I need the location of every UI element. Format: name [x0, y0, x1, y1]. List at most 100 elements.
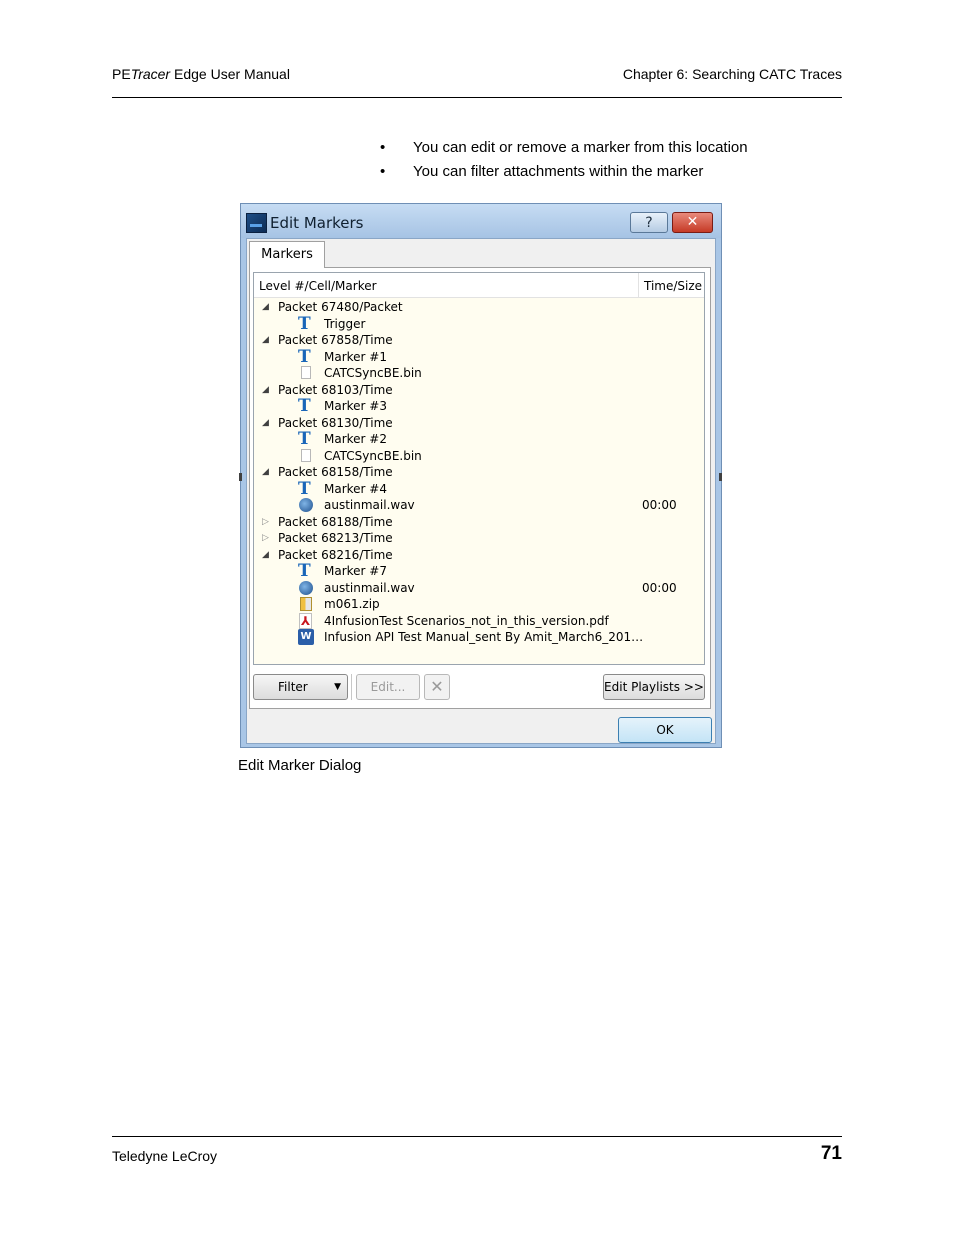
help-button[interactable]: ?	[630, 212, 668, 233]
tree-item-label: Packet 68216/Time	[278, 547, 393, 562]
tree-column-header: Level #/Cell/Marker Time/Size	[254, 273, 704, 298]
tree-packet-row[interactable]: ▷ Packet 68213/Time	[254, 530, 704, 547]
tree-item-row[interactable]: austinmail.wav 00:00	[254, 497, 704, 514]
expand-icon[interactable]: ▷	[262, 530, 269, 546]
app-icon	[246, 213, 267, 233]
tree-item-row[interactable]: T Marker #4	[254, 478, 704, 499]
tree-item-label: Infusion API Test Manual_sent By Amit_Ma…	[324, 630, 644, 644]
tree-item-row[interactable]: W Infusion API Test Manual_sent By Amit_M…	[254, 629, 704, 646]
zip-icon	[300, 597, 312, 611]
tree-item-row[interactable]: T Marker #7	[254, 563, 704, 580]
tree-item-label: CATCSyncBE.bin	[324, 366, 422, 380]
column-header-level[interactable]: Level #/Cell/Marker	[259, 279, 377, 293]
text-marker-icon: T	[298, 429, 311, 449]
tab-markers[interactable]: Markers	[249, 241, 325, 268]
tree-item-label: Packet 68130/Time	[278, 415, 393, 430]
tree-item-label: Marker #1	[324, 349, 387, 364]
figure-caption: Edit Marker Dialog	[238, 757, 362, 774]
chevron-down-icon: ▼	[334, 682, 341, 692]
file-icon	[301, 366, 311, 379]
tree-item-label: Marker #4	[324, 481, 387, 496]
collapse-icon[interactable]: ◢	[262, 382, 269, 398]
tree-item-label: 4InfusionTest Scenarios_not_in_this_vers…	[324, 613, 609, 628]
header-title: PETracer Edge User Manual	[112, 66, 290, 82]
bullet-item: • You can edit or remove a marker from th…	[380, 135, 748, 159]
edit-markers-dialog: Edit Markers ? ✕ Markers Level #/Cell/Ma…	[240, 203, 722, 748]
tree-item-label: Packet 68213/Time	[278, 531, 393, 545]
tree-item-time: 00:00	[642, 498, 677, 512]
page-number: 71	[820, 1143, 842, 1164]
tree-item-row[interactable]: m061.zip	[254, 596, 704, 613]
collapse-icon[interactable]: ◢	[262, 299, 269, 315]
tree-packet-row[interactable]: ▷ Packet 68188/Time	[254, 514, 704, 531]
collapse-icon[interactable]: ◢	[262, 464, 269, 480]
collapse-icon[interactable]: ◢	[262, 332, 269, 348]
text-marker-icon: T	[298, 561, 311, 581]
collapse-icon[interactable]: ◢	[262, 547, 269, 563]
text-marker-icon: T	[298, 313, 311, 334]
header-chapter: Chapter 6: Searching CATC Traces	[622, 66, 842, 82]
filter-label: Filter	[278, 680, 308, 694]
expand-icon[interactable]: ▷	[262, 514, 269, 530]
toolbar-divider	[351, 674, 352, 700]
tree-packet-row[interactable]: ◢ Packet 68130/Time	[254, 415, 704, 432]
edit-playlists-button[interactable]: Edit Playlists >>	[603, 674, 705, 700]
tree-item-label: Packet 68103/Time	[278, 382, 393, 397]
tree-item-row[interactable]: CATCSyncBE.bin	[254, 448, 704, 465]
column-header-time[interactable]: Time/Size	[644, 279, 702, 293]
tree-item-row[interactable]: T Marker #1	[254, 346, 704, 367]
tree-item-label: Packet 68188/Time	[278, 514, 393, 529]
tree-item-row[interactable]: T Marker #2	[254, 431, 704, 448]
tree-packet-row[interactable]: ◢ Packet 68158/Time	[254, 464, 704, 481]
tree-packet-row[interactable]: ◢ Packet 68103/Time	[254, 382, 704, 399]
tree-item-row[interactable]: ⅄ 4InfusionTest Scenarios_not_in_this_ver…	[254, 612, 704, 630]
tree-item-time: 00:00	[642, 580, 677, 595]
bullet-symbol: •	[380, 138, 386, 156]
tree-packet-row[interactable]: ◢ Packet 68216/Time	[254, 547, 704, 564]
footer-company: Teledyne LeCroy	[112, 1148, 218, 1164]
tree-item-row[interactable]: austinmail.wav 00:00	[254, 580, 704, 597]
audio-icon	[299, 580, 313, 595]
resize-grip-right	[719, 473, 722, 481]
bullet-item: • You can filter attachments within the m…	[380, 159, 748, 183]
tree-item-label: Packet 68158/Time	[278, 465, 393, 479]
pdf-icon: ⅄	[299, 612, 312, 629]
resize-grip-left	[239, 473, 242, 481]
bullet-symbol: •	[380, 162, 386, 180]
tree-item-row[interactable]: T Marker #3	[254, 398, 704, 415]
tree-packet-row[interactable]: ◢ Packet 67858/Time	[254, 332, 704, 349]
header-rule	[112, 97, 842, 98]
collapse-icon[interactable]: ◢	[262, 415, 269, 431]
tree-item-label: austinmail.wav	[324, 580, 415, 595]
tree-item-label: Marker #2	[324, 432, 387, 446]
tree-item-label: Marker #3	[324, 399, 387, 413]
dialog-title: Edit Markers	[270, 214, 364, 232]
text-marker-icon: T	[298, 346, 311, 367]
markers-tab-panel: Level #/Cell/Marker Time/Size ◢ Packet 67…	[249, 267, 711, 709]
tree-item-label: Packet 67858/Time	[278, 333, 393, 347]
tree-item-label: Marker #7	[324, 564, 387, 578]
tree-item-label: austinmail.wav	[324, 498, 415, 512]
text-marker-icon: T	[298, 396, 311, 416]
footer-rule	[112, 1136, 842, 1137]
dialog-client: Markers Level #/Cell/Marker Time/Size ◢ P…	[246, 238, 716, 744]
dialog-titlebar[interactable]: Edit Markers ? ✕	[241, 204, 721, 238]
tree-item-row[interactable]: T Trigger	[254, 313, 704, 334]
audio-icon	[299, 498, 313, 512]
close-button[interactable]: ✕	[672, 212, 713, 233]
edit-button[interactable]: Edit...	[356, 674, 420, 700]
tree-rows: ◢ Packet 67480/Packet T Trigger ◢ Packet 6785…	[254, 299, 704, 646]
column-separator[interactable]	[638, 273, 639, 297]
filter-button[interactable]: Filter ▼	[253, 674, 348, 700]
markers-tree[interactable]: Level #/Cell/Marker Time/Size ◢ Packet 67…	[253, 272, 705, 665]
tree-item-label: m061.zip	[324, 597, 380, 611]
ok-button[interactable]: OK	[618, 717, 712, 743]
tree-item-label: Trigger	[324, 316, 366, 331]
tree-item-label: Packet 67480/Packet	[278, 300, 403, 314]
tree-item-row[interactable]: CATCSyncBE.bin	[254, 365, 704, 382]
text-marker-icon: T	[298, 478, 311, 499]
bullet-text: You can edit or remove a marker from thi…	[413, 138, 748, 156]
delete-icon[interactable]: ✕	[424, 674, 450, 700]
bullet-list: • You can edit or remove a marker from th…	[380, 135, 748, 183]
tree-packet-row[interactable]: ◢ Packet 67480/Packet	[254, 299, 704, 316]
